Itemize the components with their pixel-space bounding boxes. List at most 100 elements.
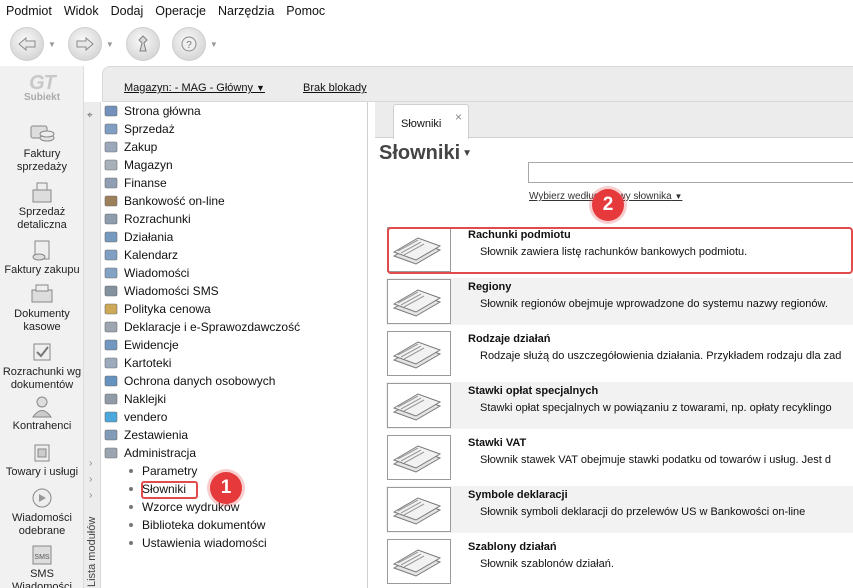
module-icon xyxy=(104,140,119,154)
dictionary-icon xyxy=(387,539,451,584)
tree-subitem[interactable]: Biblioteka dokumentów xyxy=(129,516,265,534)
purchase-invoice-icon xyxy=(27,238,57,262)
dictionary-row[interactable]: Rodzaje działań Rodzaje służą do uszczegó… xyxy=(386,330,853,377)
person-icon xyxy=(27,394,57,418)
close-icon[interactable]: × xyxy=(455,110,462,124)
module-icon xyxy=(104,176,119,190)
menu-widok[interactable]: Widok xyxy=(64,4,99,18)
app-logo: GT Subiekt xyxy=(23,72,61,103)
tree-item[interactable]: Działania xyxy=(104,228,173,246)
module-towary-i-uslugi[interactable]: Towary i usługi xyxy=(0,440,84,479)
tree-item[interactable]: vendero xyxy=(104,408,167,426)
tree-item[interactable]: Wiadomości xyxy=(104,264,189,282)
module-rozrachunki[interactable]: Rozrachunki wg dokumentów xyxy=(0,340,84,392)
tree-item[interactable]: Deklaracje i e-Sprawozdawczość xyxy=(104,318,300,336)
tree-item-label: Wiadomości SMS xyxy=(124,284,219,298)
tab-bar: Słowniki × xyxy=(375,102,853,139)
tree-item-label: Administracja xyxy=(124,446,197,460)
module-sms[interactable]: SMS SMS Wiadomości xyxy=(0,542,84,588)
bullet-icon xyxy=(129,487,133,491)
dictionary-row[interactable]: Stawki opłat specjalnych Stawki opłat spe… xyxy=(386,382,853,429)
tree-item[interactable]: Naklejki xyxy=(104,390,166,408)
toolbar: ▼ ▼ ? ▼ xyxy=(0,22,853,66)
dictionary-icon xyxy=(387,383,451,428)
callout-1: 1 xyxy=(210,472,242,504)
dictionary-description: Słownik stawek VAT obejmuje stawki podat… xyxy=(480,454,831,466)
tree-item[interactable]: Finanse xyxy=(104,174,167,192)
warehouse-selector[interactable]: Magazyn: - MAG - Główny ▼ xyxy=(124,82,265,94)
dictionary-row[interactable]: Szablony działań Słownik szablonów działa… xyxy=(386,538,853,585)
module-icon xyxy=(104,284,119,298)
tree-item[interactable]: Strona główna xyxy=(104,102,201,120)
messages-icon xyxy=(27,486,57,510)
back-button[interactable]: ▼ xyxy=(10,27,56,61)
search-input[interactable] xyxy=(528,162,853,183)
module-icon xyxy=(104,266,119,280)
tree-item-label: Zestawienia xyxy=(124,428,189,442)
menu-pomoc[interactable]: Pomoc xyxy=(286,4,325,18)
module-list-strip[interactable]: ⌖ › › › Lista modułów xyxy=(84,102,101,588)
sms-icon: SMS xyxy=(27,542,57,566)
bullet-icon xyxy=(129,505,133,509)
chevron-down-icon[interactable]: ▼ xyxy=(48,40,56,49)
tree-item[interactable]: Kartoteki xyxy=(104,354,171,372)
tree-item-label: Finanse xyxy=(124,176,167,190)
dictionary-row[interactable]: Symbole deklaracji Słownik symboli deklar… xyxy=(386,486,853,533)
module-icon xyxy=(104,356,119,370)
dictionary-icon xyxy=(387,331,451,376)
cash-documents-icon xyxy=(27,282,57,306)
tree-item[interactable]: Zestawienia xyxy=(104,426,188,444)
settlements-icon xyxy=(27,340,57,364)
tree-subitem[interactable]: Parametry xyxy=(129,462,197,480)
menu-narzedzia[interactable]: Narzędzia xyxy=(218,4,274,18)
dictionary-title: Regiony xyxy=(468,281,512,293)
tree-item[interactable]: Magazyn xyxy=(104,156,173,174)
module-kontrahenci[interactable]: Kontrahenci xyxy=(0,394,84,433)
tab-slowniki[interactable]: Słowniki × xyxy=(393,104,469,139)
fixtures-button[interactable] xyxy=(125,27,160,61)
menu-dodaj[interactable]: Dodaj xyxy=(111,4,144,18)
menu-podmiot[interactable]: Podmiot xyxy=(6,4,52,18)
callout-2: 2 xyxy=(592,189,624,221)
pin-icon[interactable]: ⌖ xyxy=(87,110,93,121)
tree-item[interactable]: Polityka cenowa xyxy=(104,300,211,318)
page-title[interactable]: Słowniki ▼ xyxy=(379,142,472,165)
tree-item[interactable]: Bankowość on-line xyxy=(104,192,225,210)
tree-item[interactable]: Administracja xyxy=(104,444,196,462)
menu-operacje[interactable]: Operacje xyxy=(155,4,206,18)
module-icon xyxy=(104,212,119,226)
dictionary-row[interactable]: Regiony Słownik regionów obejmuje wprowad… xyxy=(386,278,853,325)
chevron-down-icon: ▼ xyxy=(674,192,683,201)
tree-item-label: Strona główna xyxy=(124,104,201,118)
tree-item-label: Kartoteki xyxy=(124,356,172,370)
module-faktury-zakupu[interactable]: Faktury zakupu xyxy=(0,238,84,277)
tree-subitem[interactable]: Ustawienia wiadomości xyxy=(129,534,267,552)
dictionary-description: Stawki opłat specjalnych w powiązaniu z … xyxy=(480,402,832,414)
tree-item[interactable]: Rozrachunki xyxy=(104,210,191,228)
tree-item-label: Rozrachunki xyxy=(124,212,191,226)
tree-item[interactable]: Sprzedaż xyxy=(104,120,175,138)
module-icon xyxy=(104,338,119,352)
tree-item[interactable]: Ewidencje xyxy=(104,336,179,354)
tree-item[interactable]: Ochrona danych osobowych xyxy=(104,372,275,390)
module-icon xyxy=(104,428,119,442)
module-wiadomosci-odebrane[interactable]: Wiadomości odebrane xyxy=(0,486,84,538)
goods-icon xyxy=(27,440,57,464)
tree-item[interactable]: Zakup xyxy=(104,138,157,156)
bullet-icon xyxy=(129,469,133,473)
dictionary-row[interactable]: Stawki VAT Słownik stawek VAT obejmuje st… xyxy=(386,434,853,481)
module-faktury-sprzedazy[interactable]: Faktury sprzedaży xyxy=(0,122,84,174)
chevron-down-icon[interactable]: ▼ xyxy=(210,40,218,49)
module-tree: ⌖ › › › Lista modułów Strona główna Sprze… xyxy=(84,102,368,588)
module-sprzedaz-detaliczna[interactable]: Sprzedaż detaliczna xyxy=(0,180,84,232)
lock-status-link[interactable]: Brak blokady xyxy=(303,82,367,94)
module-dokumenty-kasowe[interactable]: Dokumenty kasowe xyxy=(0,282,84,334)
tree-item[interactable]: Kalendarz xyxy=(104,246,178,264)
module-icon xyxy=(104,230,119,244)
forward-button[interactable]: ▼ xyxy=(67,27,114,61)
chevron-down-icon[interactable]: ▼ xyxy=(106,40,114,49)
tree-item-label: Działania xyxy=(124,230,174,244)
help-button[interactable]: ? ▼ xyxy=(171,27,218,61)
chevron-right-icon: › xyxy=(89,458,93,469)
tree-item[interactable]: Wiadomości SMS xyxy=(104,282,219,300)
